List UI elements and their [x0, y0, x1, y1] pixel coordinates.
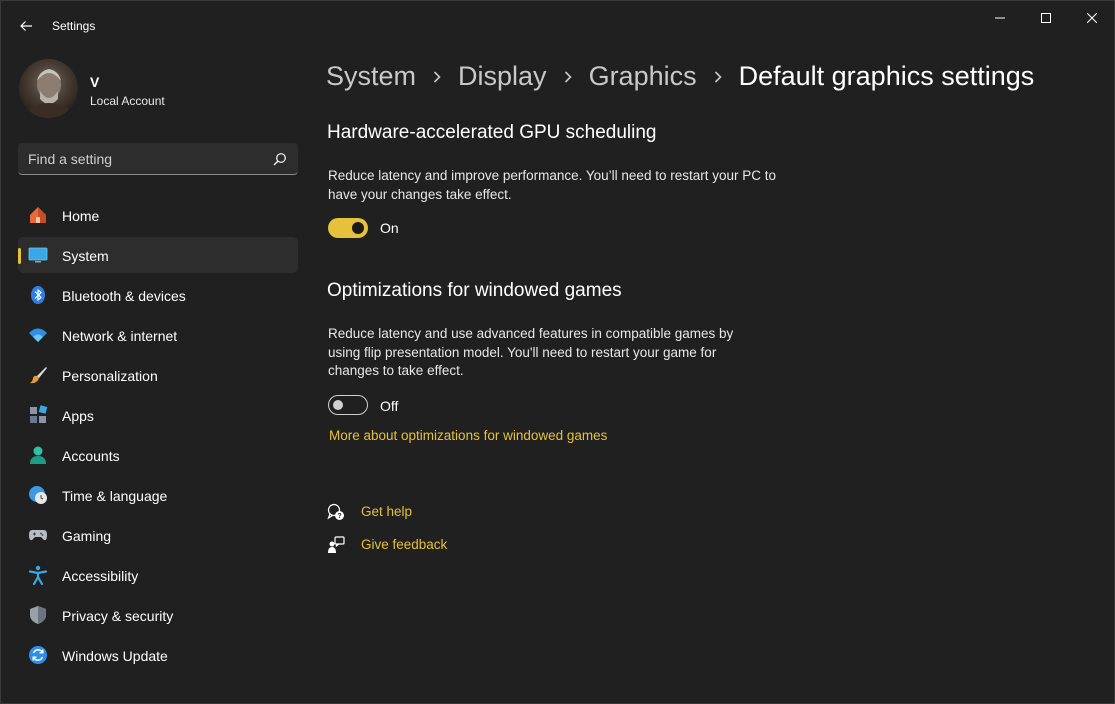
breadcrumb-system[interactable]: System — [326, 61, 416, 92]
chevron-right-icon — [416, 70, 458, 84]
title-bar: Settings — [1, 1, 1114, 49]
system-icon — [28, 245, 48, 265]
sidebar-item-network[interactable]: Network & internet — [18, 317, 298, 353]
bluetooth-icon — [28, 285, 48, 305]
sidebar-item-label: Accounts — [62, 448, 120, 464]
sidebar-item-label: Gaming — [62, 528, 112, 544]
search-input[interactable] — [28, 149, 263, 169]
profile-account-type: Local Account — [90, 94, 165, 108]
svg-text:?: ? — [337, 513, 341, 520]
windowed-games-description: Reduce latency and use advanced features… — [328, 326, 734, 378]
sidebar-item-accessibility[interactable]: Accessibility — [18, 557, 298, 593]
feedback-icon — [328, 536, 345, 553]
sidebar-item-accounts[interactable]: Accounts — [18, 437, 298, 473]
close-icon — [1087, 13, 1097, 23]
sidebar-item-home[interactable]: Home — [18, 197, 298, 233]
get-help-link[interactable]: Get help — [361, 504, 412, 519]
page-title: Default graphics settings — [738, 61, 1035, 91]
search-box[interactable] — [18, 143, 298, 175]
sidebar-item-label: Windows Update — [62, 648, 168, 664]
chevron-right-icon — [697, 70, 739, 84]
sidebar-item-apps[interactable]: Apps — [18, 397, 298, 433]
close-button[interactable] — [1069, 1, 1115, 35]
gpu-scheduling-description: Reduce latency and improve performance. … — [328, 168, 776, 202]
sidebar-item-label: Home — [62, 208, 100, 224]
sidebar-nav: Home System Bluetooth & devices Network … — [18, 197, 298, 677]
sidebar-item-label: System — [62, 248, 109, 264]
breadcrumb-graphics[interactable]: Graphics — [589, 61, 697, 92]
gpu-scheduling-state: On — [380, 220, 399, 236]
sidebar-item-system[interactable]: System — [18, 237, 298, 273]
give-feedback-link[interactable]: Give feedback — [361, 537, 447, 552]
toggle-knob — [333, 400, 343, 410]
sidebar-item-bluetooth[interactable]: Bluetooth & devices — [18, 277, 298, 313]
shield-icon — [28, 605, 48, 625]
get-help-icon: ? — [327, 503, 344, 520]
gpu-scheduling-toggle[interactable] — [328, 218, 368, 238]
arrow-left-icon — [20, 21, 32, 31]
sidebar-item-gaming[interactable]: Gaming — [18, 517, 298, 553]
sidebar-item-label: Personalization — [62, 368, 158, 384]
sidebar-item-privacy[interactable]: Privacy & security — [18, 597, 298, 633]
update-icon — [28, 645, 48, 665]
sidebar-item-label: Accessibility — [62, 568, 139, 584]
brush-icon — [28, 365, 48, 385]
breadcrumb-display[interactable]: Display — [458, 61, 547, 92]
sidebar-item-label: Apps — [62, 408, 94, 424]
sidebar-item-label: Bluetooth & devices — [62, 288, 186, 304]
back-button[interactable] — [13, 13, 39, 39]
toggle-knob — [352, 222, 364, 234]
sidebar-item-personalization[interactable]: Personalization — [18, 357, 298, 393]
maximize-icon — [1041, 13, 1051, 23]
sidebar-item-windows-update[interactable]: Windows Update — [18, 637, 298, 673]
windowed-games-title: Optimizations for windowed games — [327, 280, 622, 301]
profile-name: V — [90, 74, 100, 90]
gpu-scheduling-title: Hardware-accelerated GPU scheduling — [327, 122, 657, 143]
search-icon[interactable] — [273, 152, 287, 166]
breadcrumb: System Display Graphics Default graphics… — [326, 61, 1034, 92]
minimize-icon — [995, 17, 1005, 19]
gamepad-icon — [28, 525, 48, 545]
minimize-button[interactable] — [977, 1, 1023, 35]
settings-window: Settings V Local Account Find a setting … — [0, 0, 1115, 704]
windowed-games-toggle[interactable] — [328, 395, 368, 415]
avatar[interactable] — [19, 59, 78, 118]
home-icon — [28, 205, 48, 225]
sidebar-item-label: Time & language — [62, 488, 168, 504]
globe-clock-icon — [28, 485, 48, 505]
windowed-games-learn-more-link[interactable]: More about optimizations for windowed ga… — [329, 428, 607, 443]
maximize-button[interactable] — [1023, 1, 1069, 35]
sidebar-item-time-language[interactable]: Time & language — [18, 477, 298, 513]
wifi-icon — [28, 325, 48, 345]
accounts-icon — [28, 445, 48, 465]
chevron-right-icon — [547, 70, 589, 84]
sidebar-item-label: Privacy & security — [62, 608, 174, 624]
apps-icon — [28, 405, 48, 425]
user-photo-icon — [25, 69, 73, 118]
app-title: Settings — [52, 19, 96, 33]
accessibility-icon — [28, 565, 48, 585]
windowed-games-state: Off — [380, 398, 399, 414]
sidebar-item-label: Network & internet — [62, 328, 178, 344]
